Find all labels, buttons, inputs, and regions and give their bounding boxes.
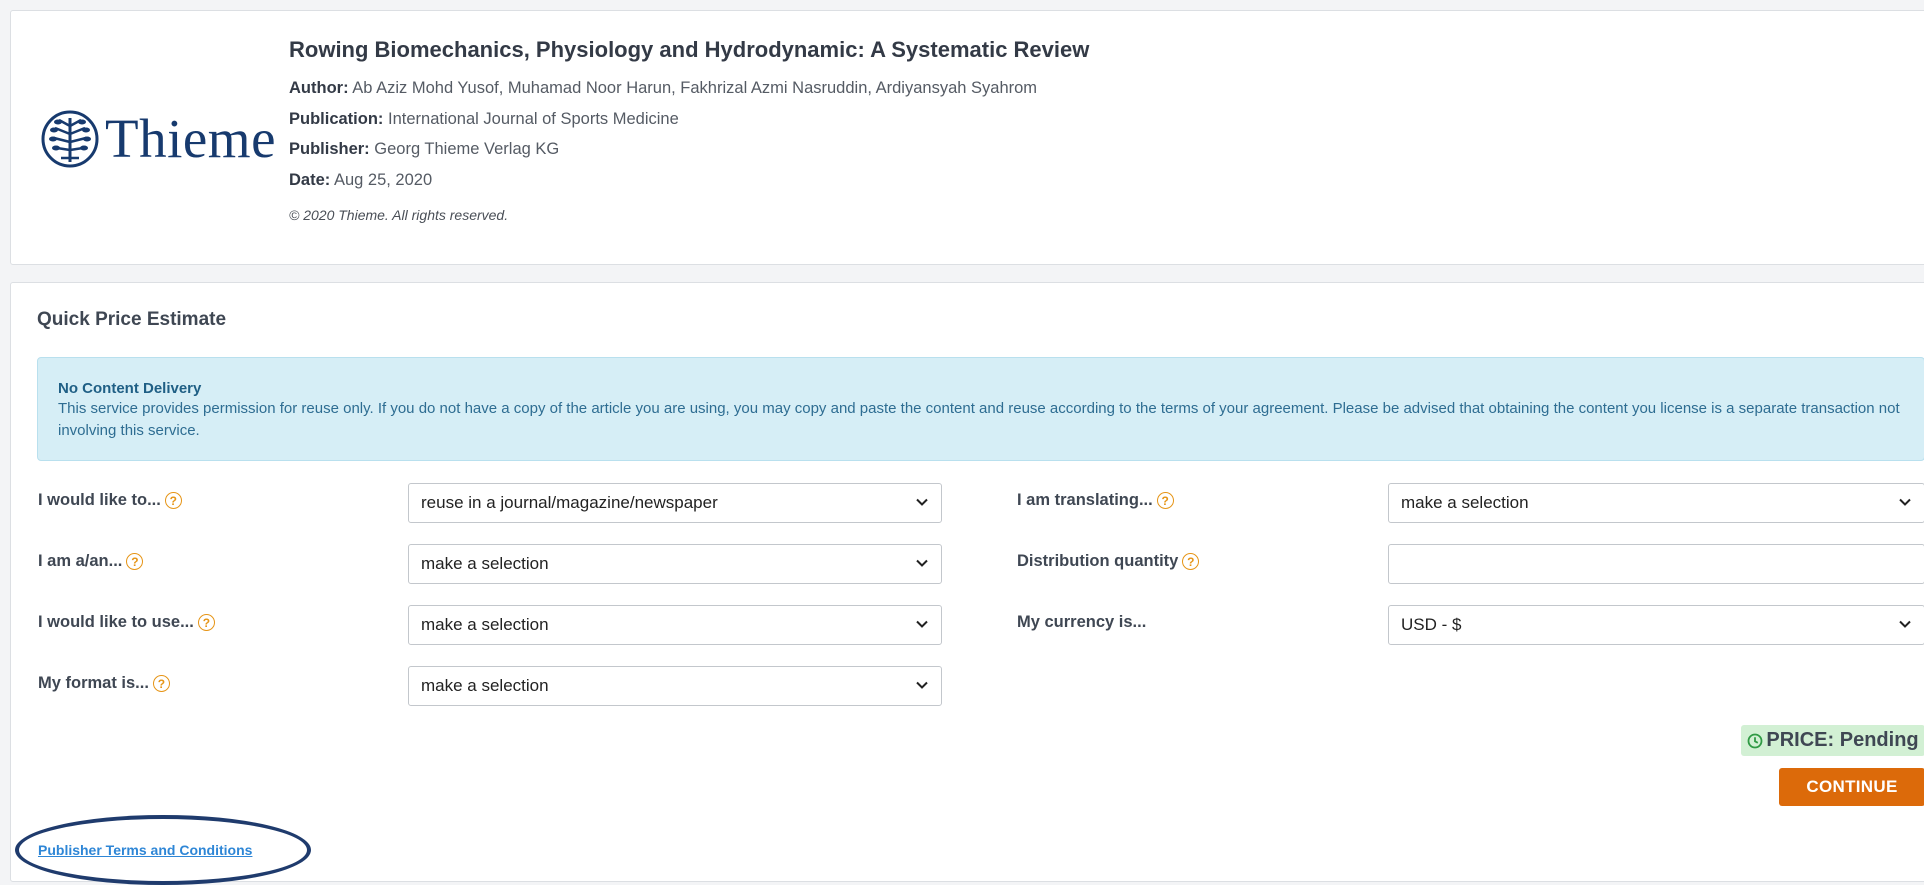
publisher-value: Georg Thieme Verlag KG [374, 140, 560, 158]
article-title: Rowing Biomechanics, Physiology and Hydr… [289, 37, 1090, 62]
currency-label: My currency is... [1017, 613, 1147, 631]
price-status-badge: PRICE: Pending [1741, 725, 1924, 756]
date-row: Date: Aug 25, 2020 [289, 165, 1089, 196]
help-icon[interactable]: ? [197, 614, 215, 631]
format-select[interactable]: make a selection [408, 666, 942, 706]
price-value: Pending [1839, 729, 1919, 751]
i-am-label: I am a/an... ? [38, 552, 144, 571]
help-icon[interactable]: ? [152, 675, 170, 692]
would-like-to-use-label: I would like to use... ? [38, 613, 215, 632]
notice-title: No Content Delivery [58, 380, 202, 397]
distribution-quantity-input[interactable] [1388, 544, 1924, 584]
price-label: PRICE: [1766, 729, 1835, 751]
continue-button[interactable]: CONTINUE [1779, 768, 1924, 806]
chevron-down-icon [1899, 498, 1911, 506]
logo-wordmark: Thieme [105, 108, 276, 169]
date-value: Aug 25, 2020 [333, 170, 433, 189]
notice-body: This service provides permission for reu… [58, 400, 1900, 439]
publication-row: Publication: International Journal of Sp… [289, 104, 1089, 135]
publisher-label: Publisher: [289, 140, 370, 158]
article-info-card: Thieme Rowing Biomechanics, Physiology a… [10, 10, 1924, 265]
publisher-row: Publisher: Georg Thieme Verlag KG [289, 134, 1089, 165]
publisher-terms-link[interactable]: Publisher Terms and Conditions [38, 842, 252, 858]
chevron-down-icon [916, 681, 928, 689]
price-estimate-card: Quick Price Estimate No Content Delivery… [10, 282, 1924, 885]
author-value: Ab Aziz Mohd Yusof, Muhamad Noor Harun, … [352, 79, 1038, 97]
no-content-delivery-notice: No Content Delivery This service provide… [37, 357, 1924, 461]
would-like-to-use-select[interactable]: make a selection [408, 605, 942, 645]
clock-icon [1747, 733, 1763, 748]
translating-label: I am translating... ? [1017, 491, 1174, 510]
would-like-to-select[interactable]: reuse in a journal/magazine/newspaper [408, 483, 942, 523]
help-icon[interactable]: ? [1156, 492, 1174, 509]
publication-label: Publication: [289, 109, 384, 128]
date-label: Date: [289, 170, 331, 189]
chevron-down-icon [1899, 620, 1911, 628]
publication-value: International Journal of Sports Medicine [388, 109, 679, 128]
thieme-tree-logo-icon [41, 110, 99, 167]
help-icon[interactable]: ? [126, 553, 144, 570]
author-label: Author: [289, 79, 349, 97]
article-metadata: Rowing Biomechanics, Physiology and Hydr… [289, 37, 1089, 223]
author-row: Author: Ab Aziz Mohd Yusof, Muhamad Noor… [289, 73, 1089, 104]
section-title: Quick Price Estimate [37, 309, 227, 330]
format-label: My format is... ? [38, 674, 170, 693]
distribution-quantity-label: Distribution quantity ? [1017, 552, 1200, 571]
currency-select[interactable]: USD - $ [1388, 605, 1924, 645]
would-like-to-label: I would like to... ? [38, 491, 182, 510]
chevron-down-icon [916, 559, 928, 567]
help-icon[interactable]: ? [164, 492, 182, 509]
chevron-down-icon [916, 498, 928, 506]
help-icon[interactable]: ? [1182, 553, 1200, 570]
chevron-down-icon [916, 620, 928, 628]
copyright-notice: © 2020 Thieme. All rights reserved. [289, 207, 509, 223]
i-am-select[interactable]: make a selection [408, 544, 942, 584]
translating-select[interactable]: make a selection [1388, 483, 1924, 523]
publisher-logo: Thieme [41, 107, 276, 170]
